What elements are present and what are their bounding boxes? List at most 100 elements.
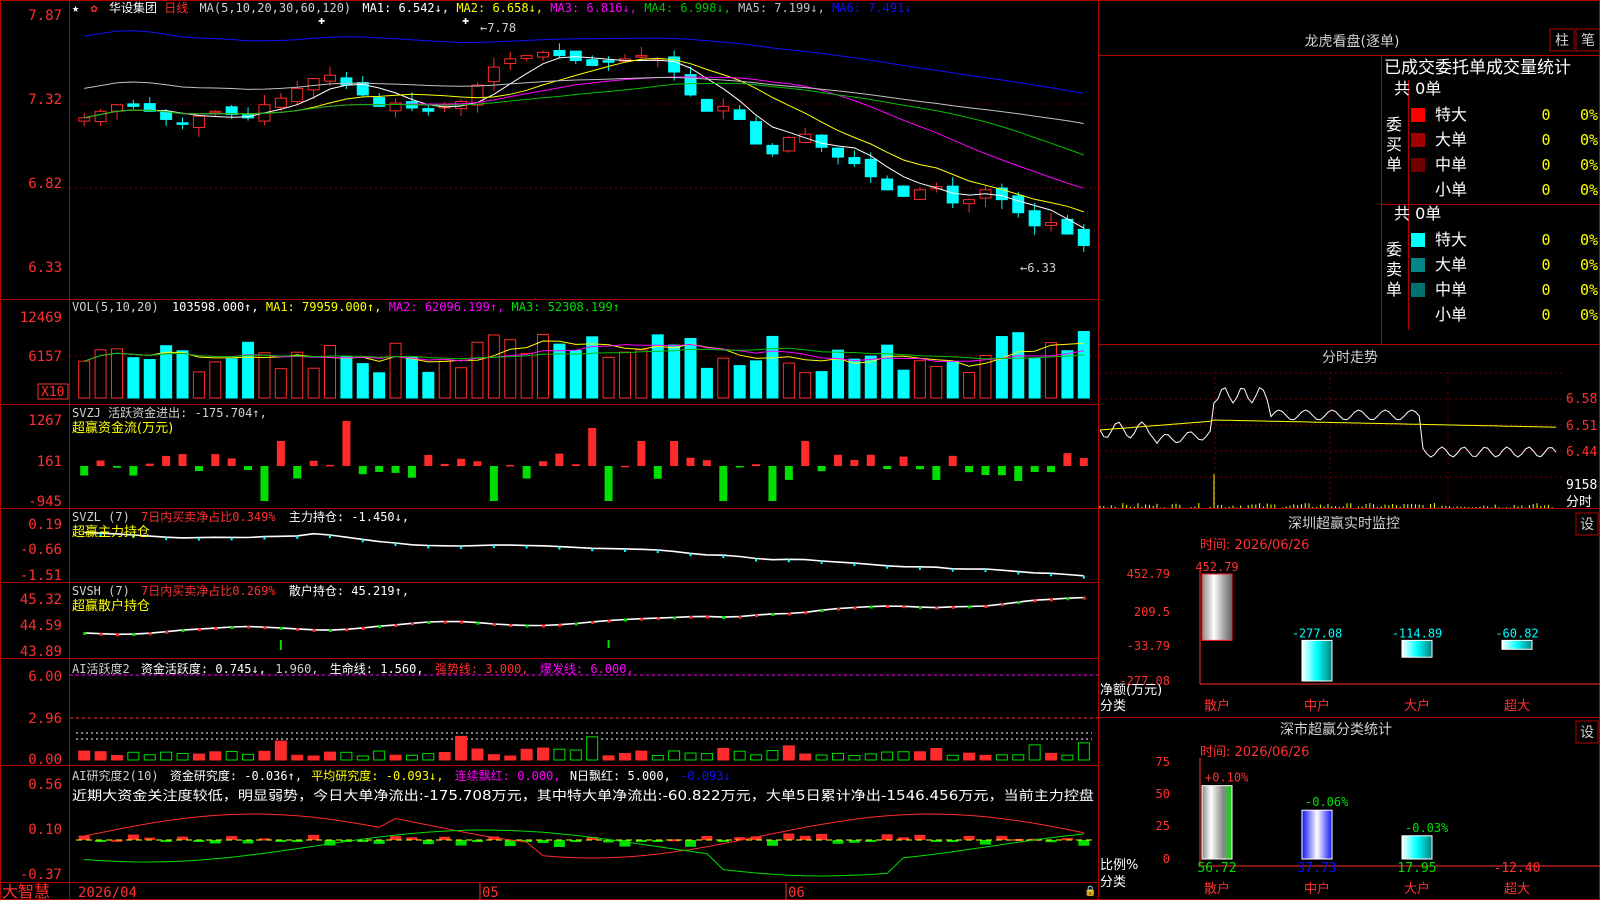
flow-bar xyxy=(932,466,941,480)
flow-bar xyxy=(637,441,646,466)
activity-bar xyxy=(455,735,468,761)
research-bar xyxy=(766,840,778,846)
candle xyxy=(192,115,205,129)
svzl-tick xyxy=(460,546,463,550)
ai-research-chart[interactable] xyxy=(76,813,1092,877)
longhu-row-label: 特大 xyxy=(1435,105,1467,124)
ai2-axis: 0.56 0.10 -0.37 xyxy=(20,777,62,883)
intraday-chart[interactable] xyxy=(1099,372,1562,508)
volume-bar xyxy=(438,360,451,399)
svg-text:设[interactable]: 设 xyxy=(1580,517,1594,533)
longhu-total: 共 0单 xyxy=(1394,79,1441,98)
svsh-tick xyxy=(755,614,759,618)
volume-bar xyxy=(930,365,943,399)
svg-text:7.32: 7.32 xyxy=(28,92,62,108)
svsh-tick xyxy=(279,626,283,630)
svsh-subtitle: 超赢散户持仓 xyxy=(72,598,150,614)
longhu-row-label: 小单 xyxy=(1435,305,1467,324)
volume-bar xyxy=(848,358,861,399)
classify-axis-label: 75 xyxy=(1156,755,1170,769)
candle xyxy=(913,189,926,200)
activity-bar xyxy=(782,745,795,761)
candle xyxy=(586,59,599,66)
monitor-chart[interactable]: 452.79209.5-33.79-277.08452.79散户-277.08中… xyxy=(1119,560,1600,714)
longhu-row-label: 特大 xyxy=(1435,230,1467,249)
monitor-cat-label: 中户 xyxy=(1304,698,1330,714)
research-bar xyxy=(996,835,1008,840)
candle xyxy=(520,55,533,59)
svsh-tick xyxy=(83,631,87,635)
monitor-bar xyxy=(1201,573,1233,641)
svzl-tick xyxy=(263,536,266,540)
longhu-row-label: 中单 xyxy=(1435,280,1467,299)
volume-bar xyxy=(897,369,910,399)
intraday-unit: 分时 xyxy=(1566,495,1592,510)
volume-bar xyxy=(1061,350,1074,399)
activity-bar xyxy=(946,754,959,761)
flow-bar xyxy=(375,466,384,472)
classify-axis-label: 0 xyxy=(1163,852,1170,866)
svzj-chart[interactable] xyxy=(80,421,1088,501)
flow-bar xyxy=(948,455,957,466)
svsh-tick xyxy=(918,606,922,610)
candle xyxy=(504,58,517,65)
price-chart[interactable]: ✚ ✚ xyxy=(70,13,1098,252)
longhu-swatch xyxy=(1411,283,1425,297)
candle xyxy=(864,158,877,178)
candle xyxy=(537,51,550,58)
activity-bar xyxy=(832,752,844,761)
chart-canvas[interactable]: ✚ ✚ 452.79209.5-33.79-277.08452.79散户-277.… xyxy=(0,0,1600,900)
volume-bar xyxy=(143,359,156,399)
candle xyxy=(340,77,353,86)
longhu-row-label: 中单 xyxy=(1435,155,1467,174)
flow-bar xyxy=(784,466,793,480)
longhu-side-label: 委 xyxy=(1386,115,1402,134)
longhu-row-count: 0 xyxy=(1541,131,1550,149)
marker-icon: ✚ xyxy=(462,13,469,27)
svg-text:设[interactable]: 设 xyxy=(1580,725,1594,741)
monitor-bar-label: 452.79 xyxy=(1195,560,1238,574)
activity-bar xyxy=(487,754,500,761)
svg-text:6.51: 6.51 xyxy=(1566,419,1597,434)
svg-text:柱[interactable]: 柱 xyxy=(1555,33,1569,49)
classify-cat-label: 中户 xyxy=(1304,881,1330,897)
activity-bar xyxy=(373,750,386,761)
svsh-chart[interactable] xyxy=(83,596,1086,650)
volume-chart[interactable] xyxy=(70,331,1098,399)
svzl-tick xyxy=(722,555,725,559)
svsh-tick xyxy=(1000,603,1004,607)
candle xyxy=(1077,228,1090,246)
high-annotation: ←7.78 xyxy=(480,21,516,35)
candle xyxy=(209,110,222,114)
research-bar xyxy=(422,840,434,845)
monitor-bar xyxy=(1401,639,1433,658)
svzl-line xyxy=(84,531,1084,577)
activity-bar xyxy=(324,751,336,761)
volume-bar xyxy=(668,344,681,399)
ai-activity-chart[interactable] xyxy=(70,674,1098,761)
svsh-tick xyxy=(591,620,595,624)
flow-bar xyxy=(850,459,859,466)
volume-bar xyxy=(356,363,369,399)
classify-chart[interactable]: 75 50 25 0 +0.10% 56.72 散户 -0.06% 37.73 中户 -0.03% 1… xyxy=(1156,755,1600,897)
flow-bar xyxy=(342,421,351,466)
activity-bar xyxy=(192,753,205,761)
activity-bar xyxy=(274,740,287,761)
svsh-tick xyxy=(361,626,365,630)
flow-bar xyxy=(670,441,679,466)
svsh-tick xyxy=(705,615,709,619)
classify-date: 时间: 2026/06/26 xyxy=(1200,745,1309,760)
lock-icon[interactable]: 🔒 xyxy=(1084,885,1096,897)
svg-text:44.59: 44.59 xyxy=(20,618,62,634)
longhu-row-count: 0 xyxy=(1541,156,1550,174)
classify-cat-label: 大户 xyxy=(1404,881,1430,897)
research-bar xyxy=(177,836,189,840)
svzl-chart[interactable] xyxy=(84,531,1085,579)
star-icon: ★ xyxy=(72,1,79,15)
activity-bar xyxy=(389,754,402,761)
volume-bar xyxy=(995,336,1008,399)
svg-text:笔[interactable]: 笔 xyxy=(1581,33,1595,49)
vol-unit[interactable]: X10 xyxy=(41,385,64,400)
research-bar xyxy=(701,835,713,840)
svzl-tick xyxy=(984,569,987,573)
